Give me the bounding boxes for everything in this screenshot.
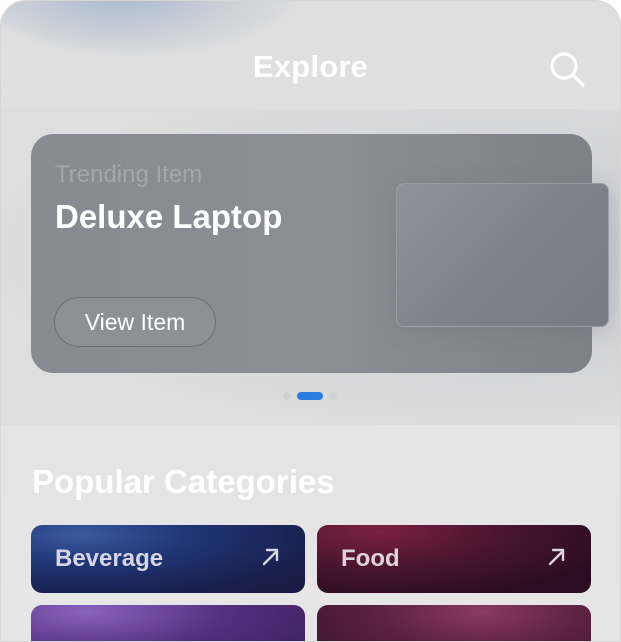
carousel-dot-active[interactable] xyxy=(297,392,323,400)
carousel-indicator xyxy=(283,391,337,401)
category-card[interactable] xyxy=(31,605,305,641)
category-food[interactable]: Food xyxy=(317,525,591,593)
header: Explore xyxy=(1,1,620,111)
arrow-up-right-icon xyxy=(262,548,279,566)
category-label: Food xyxy=(341,545,400,572)
trending-label: Trending Item xyxy=(55,161,203,188)
laptop-image xyxy=(396,183,609,327)
category-beverage[interactable]: Beverage xyxy=(31,525,305,593)
category-card[interactable] xyxy=(317,605,591,641)
carousel-dot[interactable] xyxy=(283,392,291,400)
section-title: Popular Categories xyxy=(32,463,335,500)
carousel-dot[interactable] xyxy=(329,392,337,400)
trending-title: Deluxe Laptop xyxy=(55,198,283,235)
search-button[interactable] xyxy=(547,49,587,89)
arrow-up-right-icon xyxy=(548,548,565,566)
page-title: Explore xyxy=(252,49,369,84)
view-item-button[interactable]: View Item xyxy=(54,297,216,347)
category-label: Beverage xyxy=(55,545,164,572)
search-icon xyxy=(550,52,585,87)
app-screen: Explore Trending Item Deluxe Laptop View… xyxy=(0,0,621,642)
